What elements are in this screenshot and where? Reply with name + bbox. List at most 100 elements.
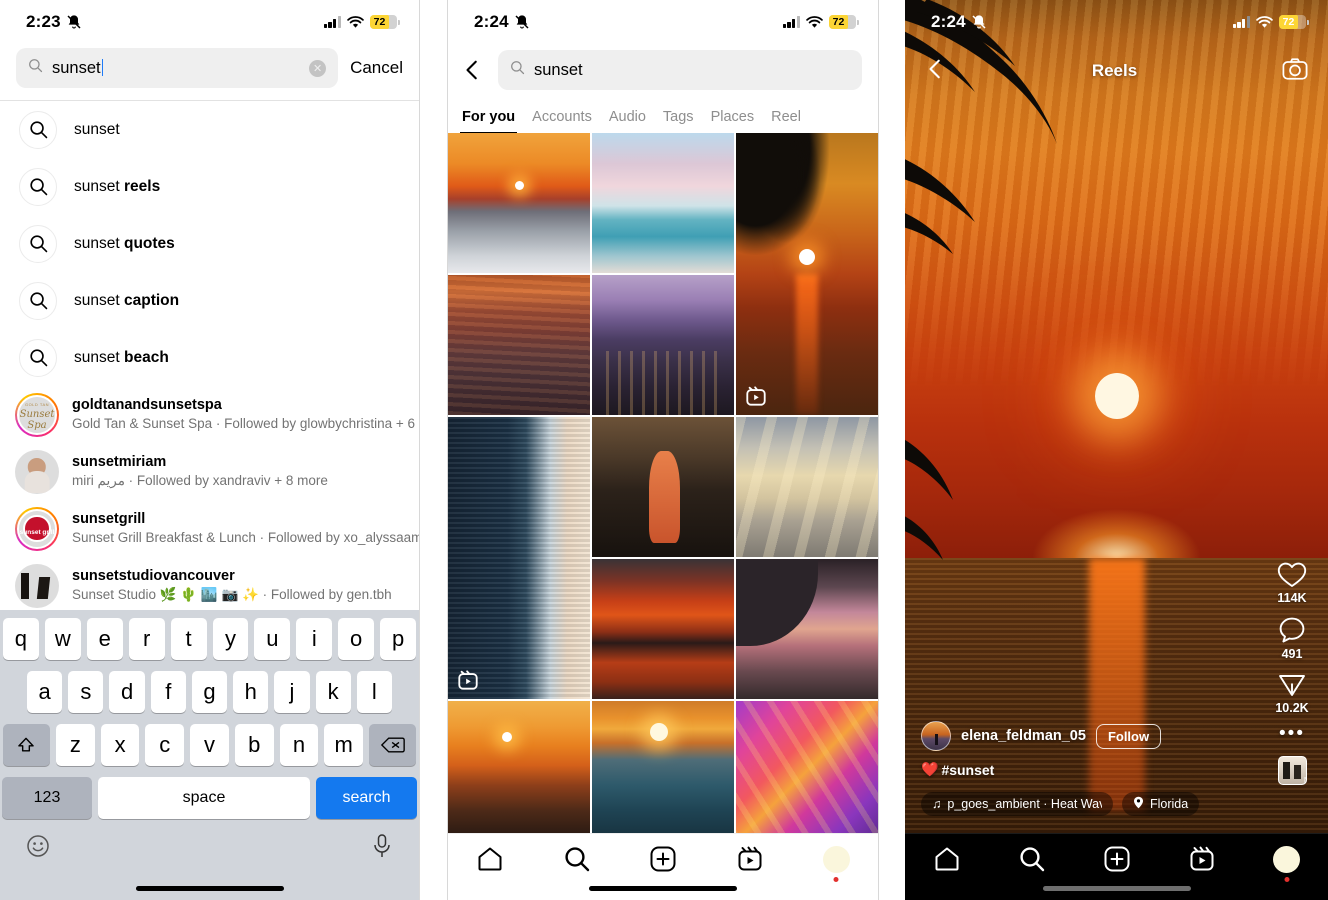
- key-h[interactable]: h: [233, 671, 269, 713]
- space-key[interactable]: space: [98, 777, 310, 819]
- backspace-key[interactable]: [369, 724, 417, 766]
- profile-avatar[interactable]: [1273, 846, 1301, 882]
- key-k[interactable]: k: [315, 671, 351, 713]
- profile-avatar[interactable]: [822, 846, 850, 882]
- grid-post-sunset-over-white-village[interactable]: [448, 133, 590, 273]
- comment-count: 491: [1281, 647, 1303, 661]
- key-b[interactable]: b: [234, 724, 274, 766]
- microphone-icon[interactable]: [371, 833, 393, 864]
- grid-post-sunset-in-car-mirror[interactable]: [736, 559, 878, 699]
- key-d[interactable]: d: [109, 671, 145, 713]
- home-indicator[interactable]: [1042, 886, 1191, 891]
- key-q[interactable]: q: [2, 618, 39, 660]
- shift-key[interactable]: [2, 724, 50, 766]
- clear-search-icon[interactable]: ✕: [309, 59, 327, 77]
- suggestion-item[interactable]: sunset quotes: [0, 215, 419, 272]
- search-icon[interactable]: [1018, 845, 1048, 875]
- create-icon[interactable]: [1103, 845, 1133, 875]
- grid-post-red-city-skyline-reflection[interactable]: [592, 559, 734, 699]
- key-u[interactable]: u: [254, 618, 291, 660]
- grid-post-dark-ocean-waves-reel[interactable]: [448, 417, 590, 699]
- search-input[interactable]: sunset: [498, 50, 862, 90]
- more-options-icon[interactable]: •••: [1279, 724, 1305, 745]
- account-suggestion-row[interactable]: sunsetstudiovancouver Sunset Studio 🌿 🌵 …: [0, 557, 419, 614]
- account-suggestion-row[interactable]: sunsetmiriam miri مريم · Followed by xan…: [0, 443, 419, 500]
- avatar[interactable]: [921, 721, 951, 751]
- key-a[interactable]: a: [27, 671, 63, 713]
- status-time: 2:23: [26, 12, 61, 31]
- tab-for-you[interactable]: For you: [459, 109, 532, 134]
- suggestion-item[interactable]: sunset beach: [0, 329, 419, 386]
- audio-pill[interactable]: ♫ p_goes_ambient · Heat Wav: [921, 792, 1113, 816]
- reels-icon[interactable]: [1188, 845, 1218, 875]
- share-button[interactable]: 10.2K: [1275, 672, 1309, 715]
- account-username: goldtanandsunsetspa: [72, 397, 222, 414]
- key-e[interactable]: e: [86, 618, 123, 660]
- key-p[interactable]: p: [380, 618, 417, 660]
- text-caret: [101, 58, 104, 76]
- like-button[interactable]: 114K: [1277, 561, 1307, 605]
- key-n[interactable]: n: [279, 724, 319, 766]
- key-t[interactable]: t: [170, 618, 207, 660]
- grid-post-woman-in-orange-dress[interactable]: [592, 417, 734, 557]
- grid-post-sunbeams-over-sailboat[interactable]: [736, 417, 878, 557]
- key-v[interactable]: v: [190, 724, 229, 766]
- home-indicator[interactable]: [589, 886, 737, 891]
- tab-places[interactable]: Places: [711, 109, 772, 134]
- key-i[interactable]: i: [296, 618, 333, 660]
- key-o[interactable]: o: [338, 618, 375, 660]
- key-w[interactable]: w: [44, 618, 81, 660]
- location-pill[interactable]: Florida: [1122, 792, 1200, 816]
- caption-text[interactable]: #sunset: [941, 762, 994, 778]
- account-username: sunsetgrill: [72, 511, 146, 528]
- back-icon[interactable]: [462, 59, 484, 81]
- key-z[interactable]: z: [55, 724, 95, 766]
- key-s[interactable]: s: [68, 671, 104, 713]
- emoji-icon[interactable]: [26, 834, 50, 863]
- create-icon[interactable]: [649, 845, 679, 875]
- tab-accounts[interactable]: Accounts: [532, 109, 609, 134]
- grid-post-orange-streaked-sea[interactable]: [448, 275, 590, 415]
- camera-icon[interactable]: [1282, 57, 1308, 86]
- home-icon[interactable]: [476, 845, 506, 875]
- tab-tags[interactable]: Tags: [663, 109, 711, 134]
- reels-icon[interactable]: [736, 845, 766, 875]
- search-input[interactable]: sunset ✕: [16, 48, 339, 88]
- cancel-button[interactable]: Cancel: [350, 58, 403, 78]
- search-icon[interactable]: [563, 845, 593, 875]
- key-m[interactable]: m: [324, 724, 364, 766]
- account-username: sunsetmiriam: [72, 454, 167, 471]
- numbers-key[interactable]: 123: [2, 777, 92, 819]
- audio-album-art[interactable]: ♪: [1277, 756, 1307, 785]
- grid-post-pastel-sky-over-ocean[interactable]: [592, 133, 734, 273]
- suggestion-item[interactable]: sunset reels: [0, 158, 419, 215]
- caption-emoji: ❤️: [921, 761, 939, 777]
- grid-post-silhouetted-leaves-sunset-reel[interactable]: [736, 133, 878, 415]
- key-j[interactable]: j: [274, 671, 310, 713]
- grid-post-sun-setting-over-blue-sea[interactable]: [592, 701, 734, 833]
- key-r[interactable]: r: [128, 618, 165, 660]
- key-y[interactable]: y: [212, 618, 249, 660]
- grid-post-purple-pink-cloud-sky[interactable]: [736, 701, 878, 833]
- account-suggestion-row[interactable]: GOLD TAN Sunset Spa goldtanandsunsetspa …: [0, 386, 419, 443]
- tab-audio[interactable]: Audio: [609, 109, 663, 134]
- account-suggestion-row[interactable]: sunset grill sunsetgrill Sunset Grill Br…: [0, 500, 419, 557]
- tab-reels[interactable]: Reel: [771, 109, 818, 134]
- reel-username[interactable]: elena_feldman_05: [961, 728, 1086, 744]
- comment-button[interactable]: 491: [1278, 616, 1306, 661]
- status-indicators: 72: [1232, 15, 1309, 29]
- suggestion-item[interactable]: sunset caption: [0, 272, 419, 329]
- key-g[interactable]: g: [191, 671, 228, 713]
- follow-button[interactable]: Follow: [1095, 723, 1162, 749]
- home-icon[interactable]: [933, 845, 963, 875]
- home-indicator[interactable]: [135, 886, 284, 891]
- back-icon[interactable]: [925, 58, 947, 85]
- grid-post-palm-lined-street-at-dusk[interactable]: [592, 275, 734, 415]
- grid-post-palm-road-sunset[interactable]: [448, 701, 590, 833]
- key-x[interactable]: x: [100, 724, 140, 766]
- search-return-key[interactable]: search: [316, 777, 417, 819]
- suggestion-item[interactable]: sunset: [0, 101, 419, 158]
- key-l[interactable]: l: [356, 671, 392, 713]
- key-c[interactable]: c: [145, 724, 185, 766]
- key-f[interactable]: f: [150, 671, 186, 713]
